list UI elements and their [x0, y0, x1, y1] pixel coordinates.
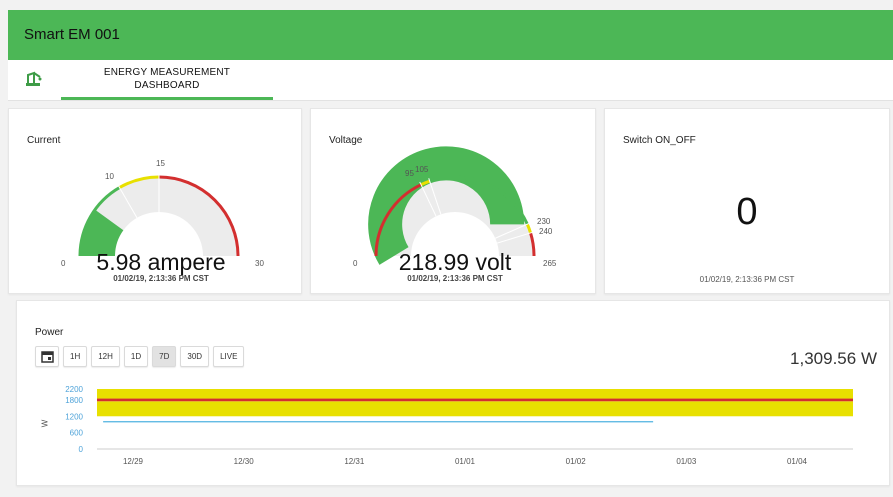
power-chart: 0 600 1200 1800 2200 12/29 12/30 12/31 01/01 01/0… [65, 385, 853, 466]
current-timestamp: 01/02/19, 2:13:36 PM CST [113, 274, 209, 283]
voltage-card: Voltage 0 265 95 105 230 240 218.99 volt… [310, 108, 596, 294]
chart-x-tick-0: 12/29 [123, 457, 144, 466]
voltage-value: 218.99 volt [398, 249, 512, 275]
voltage-timestamp: 01/02/19, 2:13:36 PM CST [407, 274, 503, 283]
chart-band-0 [97, 401, 853, 417]
chart-x-tick-4: 01/02 [566, 457, 587, 466]
chart-band-2 [97, 389, 853, 399]
current-value: 5.98 ampere [96, 249, 226, 275]
tab-bar: ENERGY MEASUREMENT DASHBOARD [8, 60, 893, 101]
chart-x-tick-5: 01/03 [676, 457, 697, 466]
voltage-tick-105: 105 [415, 165, 429, 174]
tab-label-line1: ENERGY MEASUREMENT [103, 67, 231, 78]
power-card: Power 1H 12H 1D 7D 30D LIVE 1,309.56 W W… [16, 300, 890, 486]
chart-x-tick-3: 01/01 [455, 457, 476, 466]
crane-icon[interactable] [24, 69, 44, 89]
tab-energy-dashboard[interactable]: ENERGY MEASUREMENT DASHBOARD [61, 60, 273, 100]
chart-y-tick-1: 600 [70, 429, 84, 438]
chart-y-tick-3: 1800 [65, 396, 83, 405]
voltage-tick-230: 230 [537, 217, 551, 226]
switch-timestamp: 01/02/19, 2:13:36 PM CST [699, 275, 795, 284]
switch-card: Switch ON_OFF 0 01/02/19, 2:13:36 PM CST [604, 108, 890, 294]
current-card: Current 0 30 10 15 5.98 ampere 01/02/19,… [8, 108, 302, 294]
chart-x-tick-6: 01/04 [787, 457, 808, 466]
switch-title: Switch ON_OFF [623, 135, 696, 146]
current-tick-max: 30 [255, 259, 264, 268]
voltage-tick-max: 265 [543, 259, 557, 268]
chart-y-tick-4: 2200 [65, 385, 83, 394]
current-tick-min: 0 [61, 259, 66, 268]
tab-label-line2: DASHBOARD [134, 80, 200, 91]
voltage-tick-240: 240 [539, 227, 553, 236]
app-title: Smart EM 001 [24, 26, 120, 43]
chart-y-tick-0: 0 [79, 445, 84, 454]
voltage-tick-95: 95 [405, 169, 414, 178]
current-tick-10: 10 [105, 172, 114, 181]
chart-x-tick-1: 12/30 [234, 457, 255, 466]
chart-band-1 [97, 398, 853, 402]
voltage-tick-min: 0 [353, 259, 358, 268]
app-header: Smart EM 001 [8, 10, 893, 60]
chart-y-tick-2: 1200 [65, 412, 83, 421]
switch-value: 0 [736, 191, 758, 233]
chart-x-tick-2: 12/31 [344, 457, 365, 466]
current-tick-15: 15 [156, 159, 165, 168]
